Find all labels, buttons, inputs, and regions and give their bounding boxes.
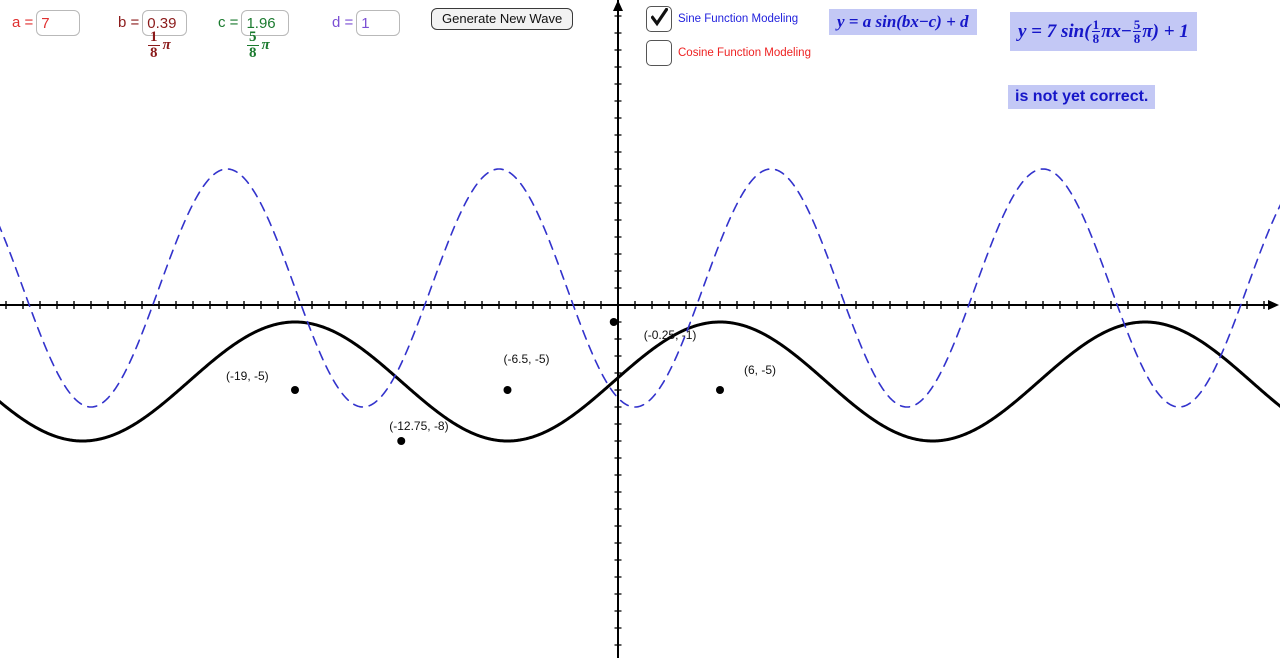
parameter-a: a = [12, 10, 81, 36]
general-equation: y = a sin(bx − c) + d [829, 9, 977, 35]
student-equation: y = 7 sin( 1 8 πx − 5 8 π) + 1 [1010, 12, 1197, 51]
parameter-b-fraction-numerator: 1 [150, 29, 158, 45]
plot-point-label: (-0.25, -1) [643, 328, 697, 342]
student-equation-fraction-one-numerator: 1 [1092, 17, 1100, 32]
student-equation-part2: πx [1101, 20, 1121, 42]
student-equation-minus: − [1120, 20, 1132, 42]
general-equation-lhs: y = a sin(bx [837, 12, 919, 31]
sine-modeling-app: (-19, -5) (-12.75, -8) (-6.5, -5) (-0.25, -… [0, 0, 1280, 658]
plot-point[interactable] [503, 386, 512, 394]
parameter-c-fraction-numerator: 5 [249, 29, 257, 45]
checkmark-icon [651, 8, 668, 27]
parameter-d-label: d = [332, 14, 354, 31]
cosine-function-checkbox[interactable] [646, 40, 672, 66]
parameter-a-label: a = [12, 14, 34, 31]
sine-function-checkbox-label: Sine Function Modeling [678, 13, 799, 25]
student-equation-fraction-two-denominator: 8 [1132, 31, 1142, 46]
plot-point-label: (6, -5) [744, 363, 777, 377]
parameter-d: d = [332, 10, 401, 36]
parameter-b-pi-symbol: π [162, 37, 171, 54]
parameter-c-fraction-denominator: 8 [247, 45, 259, 62]
parameter-c-fraction: 5 8 π [247, 29, 270, 62]
modeling-panel: Sine Function Modeling Cosine Function M… [640, 0, 1280, 130]
generate-new-wave-button[interactable]: Generate New Wave [431, 8, 574, 30]
sine-function-checkbox[interactable] [646, 6, 672, 32]
plot-point-label: (-12.75, -8) [389, 419, 449, 433]
plot-point[interactable] [291, 386, 299, 394]
student-equation-fraction-one: 1 8 [1091, 17, 1101, 46]
parameter-a-input[interactable] [36, 10, 81, 36]
plot-point-label: (-6.5, -5) [503, 352, 550, 366]
student-equation-fraction-two-numerator: 5 [1133, 17, 1141, 32]
student-equation-fraction-two: 5 8 [1132, 17, 1142, 46]
parameter-d-input[interactable] [356, 10, 401, 36]
cosine-function-modeling-row[interactable]: Cosine Function Modeling [646, 40, 811, 66]
parameter-c-label: c = [218, 14, 239, 31]
student-equation-part1: y = 7 sin( [1018, 20, 1091, 42]
status-message: is not yet correct. [1008, 85, 1156, 109]
parameter-b-fraction-denominator: 8 [148, 45, 160, 62]
student-equation-part3: π) + 1 [1142, 20, 1189, 42]
parameter-controls: a = b = 1 8 π c = 5 8 π d = [0, 0, 620, 92]
student-equation-fraction-one-denominator: 8 [1091, 31, 1101, 46]
plot-point-label: (-19, -5) [226, 369, 269, 383]
parameter-c-pi-symbol: π [261, 37, 270, 54]
plot-point[interactable] [609, 318, 618, 326]
general-equation-rhs: c) + d [928, 12, 969, 31]
plot-point[interactable] [716, 386, 724, 394]
parameter-b-label: b = [118, 14, 140, 31]
sine-function-modeling-row[interactable]: Sine Function Modeling [646, 6, 798, 32]
cosine-function-checkbox-label: Cosine Function Modeling [678, 47, 811, 59]
plot-point[interactable] [397, 437, 406, 445]
general-equation-minus: − [918, 12, 929, 31]
parameter-b-fraction: 1 8 π [148, 29, 171, 62]
